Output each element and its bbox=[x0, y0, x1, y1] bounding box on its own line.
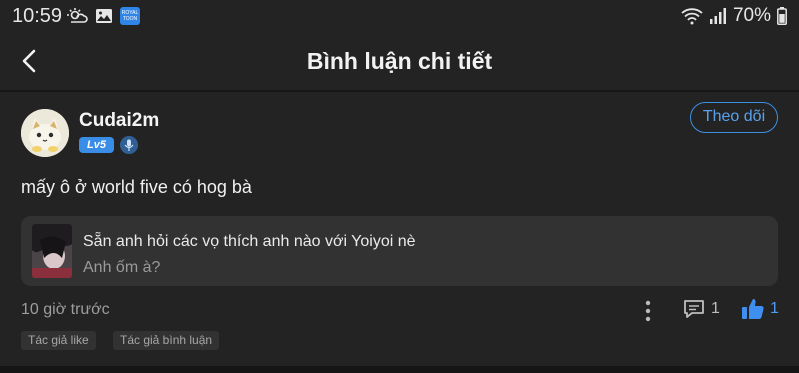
top-app-bar: Bình luận chi tiết bbox=[0, 34, 799, 90]
comment-icon bbox=[684, 300, 704, 318]
comment-text: mấy ô ở world five có hog bà bbox=[21, 177, 252, 197]
follow-button[interactable]: Theo dõi bbox=[690, 102, 778, 133]
status-bar: 10:59 ROYAL TOON 70% bbox=[0, 0, 799, 34]
author-replied-tag: Tác giả bình luận bbox=[113, 331, 220, 350]
notification-icons: ROYAL TOON bbox=[66, 7, 140, 25]
header-divider bbox=[0, 90, 799, 92]
page-title: Bình luận chi tiết bbox=[306, 48, 493, 74]
more-options-icon[interactable] bbox=[638, 299, 658, 323]
battery-percent: 70% bbox=[732, 5, 771, 26]
quoted-work-title: Sẵn anh hỏi các vọ thích anh nào với Yoi… bbox=[83, 233, 416, 250]
image-icon bbox=[96, 9, 112, 23]
work-thumbnail bbox=[32, 224, 72, 278]
cat-avatar-image bbox=[21, 109, 69, 157]
author-liked-tag: Tác giả like bbox=[21, 331, 96, 350]
username[interactable]: Cudai2m bbox=[79, 110, 159, 132]
level-badge: Lv5 bbox=[79, 137, 114, 153]
avatar[interactable] bbox=[21, 109, 69, 157]
battery-icon bbox=[777, 7, 787, 25]
bottom-divider bbox=[0, 366, 799, 373]
system-icons: 70% bbox=[681, 5, 787, 27]
royal-toon-app-icon: ROYAL TOON bbox=[120, 7, 140, 25]
status-time: 10:59 bbox=[12, 5, 63, 27]
mic-badge-icon bbox=[120, 136, 138, 154]
comment-timestamp: 10 giờ trước bbox=[21, 301, 110, 318]
like-button[interactable]: 1 bbox=[741, 297, 779, 321]
wifi-icon bbox=[681, 8, 703, 25]
weather-icon bbox=[67, 8, 88, 23]
signal-icon bbox=[709, 8, 726, 24]
reply-button[interactable]: 1 bbox=[683, 298, 720, 320]
quoted-work-card[interactable]: Sẵn anh hỏi các vọ thích anh nào với Yoi… bbox=[21, 216, 778, 286]
reply-count: 1 bbox=[711, 300, 720, 317]
thumbs-up-icon bbox=[742, 299, 764, 319]
like-count: 1 bbox=[770, 300, 779, 317]
quoted-work-chapter: Anh ốm à? bbox=[83, 259, 161, 276]
